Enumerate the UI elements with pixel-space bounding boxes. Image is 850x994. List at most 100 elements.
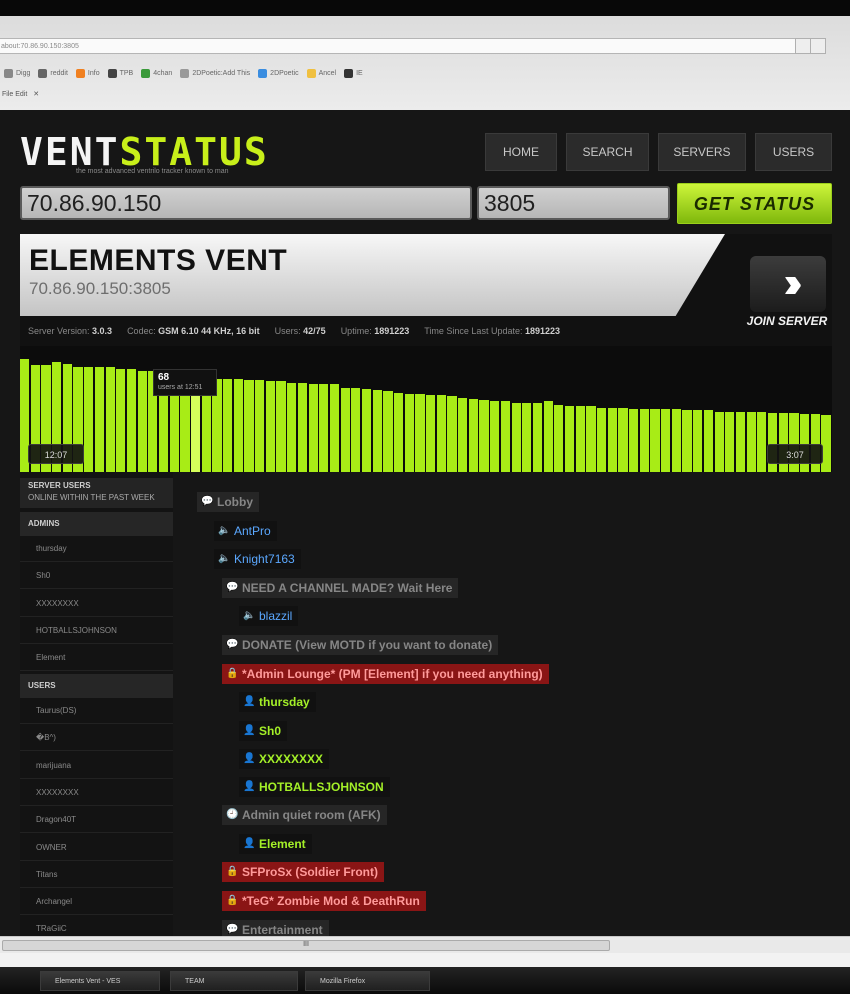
graph-bar[interactable] [372, 390, 382, 472]
graph-bar[interactable] [329, 384, 340, 472]
nav-servers-button[interactable]: SERVERS [658, 133, 746, 171]
graph-bar[interactable] [126, 369, 137, 472]
graph-bar[interactable] [190, 384, 201, 472]
tree-node[interactable]: 🔈 Knight7163 [214, 549, 301, 569]
graph-bar[interactable] [564, 406, 575, 472]
graph-bar[interactable] [543, 401, 553, 472]
graph-bar[interactable] [276, 381, 286, 472]
bookmark-item[interactable]: IE [344, 68, 363, 78]
horizontal-scrollbar[interactable]: III [0, 936, 850, 953]
graph-bar[interactable] [757, 412, 767, 472]
taskbar-item[interactable]: Mozilla Firefox [305, 971, 430, 991]
graph-bar[interactable] [596, 408, 607, 472]
address-bar[interactable]: about:70.86.90.150:3805 [0, 38, 818, 54]
graph-bar[interactable] [693, 410, 703, 472]
graph-bar[interactable] [821, 415, 831, 472]
sidebar-user-item[interactable]: OWNER [20, 835, 173, 861]
sidebar-user-item[interactable]: Element [20, 645, 173, 672]
bookmark-item[interactable]: Info [75, 68, 100, 78]
graph-bar[interactable] [340, 388, 350, 472]
tree-node[interactable]: 💬 DONATE (View MOTD if you want to donate… [222, 635, 499, 655]
graph-bar[interactable] [650, 409, 660, 472]
join-server-label[interactable]: JOIN SERVER [725, 314, 849, 328]
tree-node[interactable]: 💬 Entertainment [222, 920, 329, 936]
double-chevron-right-icon[interactable]: ›› [750, 256, 826, 312]
dropdown-arrow-icon[interactable] [795, 38, 811, 54]
sidebar-user-item[interactable]: Dragon40T [20, 807, 173, 834]
graph-bar[interactable] [84, 367, 94, 472]
join-server-button[interactable]: ›› JOIN SERVER [725, 234, 832, 346]
graph-bar[interactable] [532, 403, 543, 472]
graph-bar[interactable] [554, 405, 564, 472]
site-logo[interactable]: VENTSTATUS [20, 132, 269, 172]
sidebar-user-item[interactable]: TRaGiiC [20, 916, 173, 936]
bookmark-item[interactable]: reddit [38, 68, 68, 78]
close-icon[interactable]: ✕ [33, 86, 39, 104]
sidebar-user-item[interactable]: XXXXXXXX [20, 591, 173, 617]
tree-node[interactable]: 👤 XXXXXXXX [239, 749, 330, 769]
graph-bar[interactable] [447, 396, 457, 472]
sidebar-user-item[interactable]: Titans [20, 862, 173, 888]
graph-bar[interactable] [735, 412, 746, 472]
graph-bar[interactable] [287, 383, 297, 472]
graph-bar[interactable] [116, 369, 126, 472]
graph-bar[interactable] [415, 394, 425, 472]
graph-bar[interactable] [223, 379, 233, 472]
ip-input[interactable]: 70.86.90.150 [20, 186, 472, 220]
graph-bar[interactable] [725, 412, 735, 472]
sidebar-user-item[interactable]: marijuana [20, 753, 173, 779]
sidebar-user-item[interactable]: XXXXXXXX [20, 780, 173, 806]
graph-bar[interactable] [468, 399, 478, 472]
nav-search-button[interactable]: SEARCH [566, 133, 649, 171]
tree-node[interactable]: 👤 thursday [239, 692, 316, 712]
graph-bar[interactable] [500, 401, 511, 472]
graph-bar[interactable] [682, 410, 692, 472]
graph-bar[interactable] [244, 380, 254, 472]
refresh-icon[interactable] [810, 38, 826, 54]
graph-bar[interactable] [233, 379, 243, 472]
bookmark-item[interactable]: 2DPoetic:Add This [180, 68, 250, 78]
bookmark-item[interactable]: 2DPoetic [258, 68, 299, 78]
tree-node[interactable]: 💬 Lobby [197, 492, 259, 512]
graph-bar[interactable] [297, 383, 308, 472]
graph-bar[interactable] [607, 408, 617, 472]
graph-bar[interactable] [458, 398, 468, 472]
graph-bar[interactable] [137, 371, 147, 472]
graph-bar[interactable] [629, 409, 639, 472]
taskbar-item[interactable]: Elements Vent - VES [40, 971, 160, 991]
graph-bar[interactable] [383, 391, 393, 472]
tree-node[interactable]: 🔈 blazzil [239, 606, 299, 626]
graph-bar[interactable] [308, 384, 318, 472]
graph-bar[interactable] [746, 412, 756, 472]
tree-node[interactable]: 👤 HOTBALLSJOHNSON [239, 777, 390, 797]
bookmark-item[interactable]: 4chan [141, 68, 172, 78]
sidebar-user-item[interactable]: HOTBALLSJOHNSON [20, 618, 173, 644]
tree-node[interactable]: 🕘 Admin quiet room (AFK) [222, 805, 387, 825]
tree-node[interactable]: 👤 Sh0 [239, 721, 288, 741]
get-status-button[interactable]: GET STATUS [677, 183, 832, 224]
tree-node[interactable]: 👤 Element [239, 834, 312, 854]
sidebar-user-item[interactable]: thursday [20, 536, 173, 562]
graph-bar[interactable] [511, 403, 521, 472]
menu-text[interactable]: File Edit [2, 86, 27, 104]
graph-bar[interactable] [393, 393, 404, 472]
graph-bar[interactable] [361, 389, 372, 472]
graph-bar[interactable] [351, 388, 361, 472]
sidebar-user-item[interactable]: Archangel [20, 889, 173, 916]
graph-bar[interactable] [436, 395, 446, 472]
graph-bar[interactable] [94, 367, 105, 472]
graph-bar[interactable] [265, 381, 275, 472]
graph-bar[interactable] [703, 410, 714, 472]
graph-bar[interactable] [180, 385, 190, 472]
tree-node[interactable]: 🔒 *TeG* Zombie Mod & DeathRun [222, 891, 426, 911]
graph-bar[interactable] [575, 406, 585, 472]
graph-bar[interactable] [671, 409, 681, 472]
graph-bar[interactable] [404, 394, 414, 472]
bookmark-item[interactable]: Digg [4, 68, 30, 78]
bookmark-item[interactable]: TPB [107, 68, 133, 78]
graph-bar[interactable] [714, 412, 724, 472]
graph-bar[interactable] [479, 400, 489, 472]
sidebar-user-item[interactable]: Taurus(DS) [20, 698, 173, 724]
tree-node[interactable]: 🔈 AntPro [214, 521, 277, 541]
user-count-graph[interactable]: 68 users at 12:51 12:07 3:07 [20, 346, 832, 472]
